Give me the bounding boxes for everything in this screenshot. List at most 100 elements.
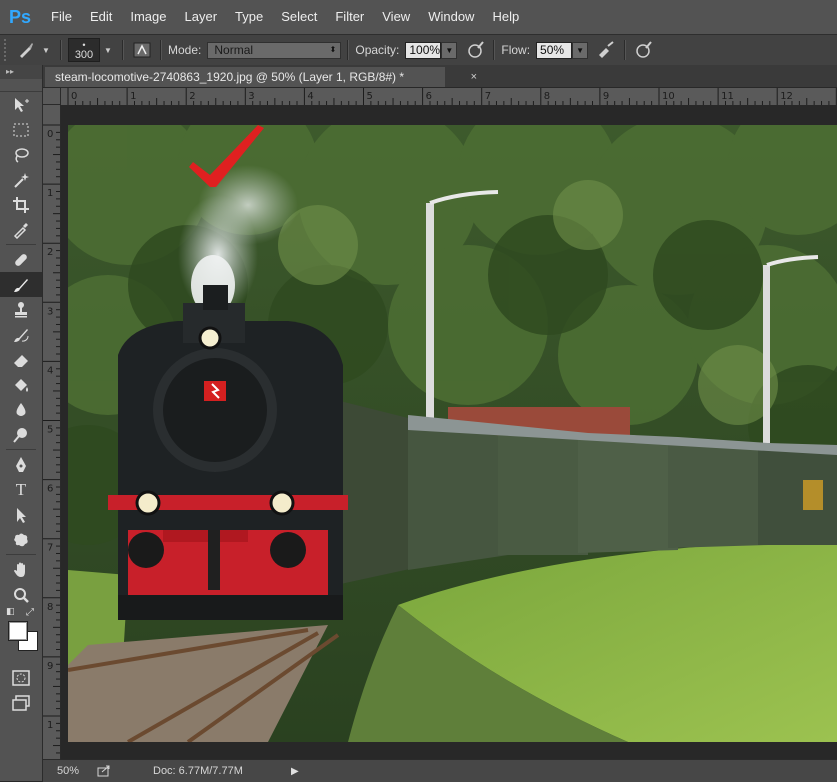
photoshop-logo-icon: Ps [8,6,32,27]
zoom-tool-icon[interactable] [0,582,42,607]
ruler-label: 7 [47,543,53,554]
close-icon[interactable]: × [471,67,477,87]
ruler-label: 2 [47,247,53,258]
brush-size-value: 300 [74,49,94,61]
menu-select[interactable]: Select [272,0,326,34]
menu-help[interactable]: Help [483,0,528,34]
options-divider [160,40,162,60]
move-tool-icon[interactable] [0,92,42,117]
brush-preset-icon[interactable] [14,39,38,61]
brush-size-dropdown-icon[interactable]: ▼ [100,42,116,59]
ruler-label: 4 [307,91,313,102]
document-tab-title: steam-locomotive-2740863_1920.jpg @ 50% … [55,70,405,84]
opacity-input[interactable]: 100% [405,41,442,59]
horizontal-ruler-ticks: 0 1 2 3 4 5 6 7 8 9 10 11 12 [67,88,837,105]
type-tool-icon[interactable]: T [0,477,42,502]
custom-shape-tool-icon[interactable] [0,527,42,552]
document-size-info: Doc: 6.77M/7.77M [153,765,243,777]
status-bar: 50% Doc: 6.77M/7.77M ▶ [43,759,837,782]
options-divider [624,40,627,60]
paint-bucket-tool-icon[interactable] [0,372,42,397]
flow-input[interactable]: 50% [536,41,573,59]
magic-wand-tool-icon[interactable] [0,167,42,192]
menu-filter[interactable]: Filter [326,0,373,34]
ruler-label: 9 [603,91,609,102]
ruler-label: 9 [47,661,53,672]
airbrush-icon[interactable] [594,39,618,61]
ruler-label: 2 [189,91,195,102]
menu-window[interactable]: Window [419,0,483,34]
ruler-label: 10 [662,91,675,102]
ruler-label: 0 [71,91,77,102]
menu-type[interactable]: Type [226,0,272,34]
options-divider [347,40,350,60]
mode-value: Normal [214,43,254,57]
eraser-tool-icon[interactable] [0,347,42,372]
path-selection-tool-icon[interactable] [0,502,42,527]
options-grip[interactable] [4,39,14,61]
ruler-label: 5 [47,425,53,436]
document-tab[interactable]: steam-locomotive-2740863_1920.jpg @ 50% … [45,67,477,87]
brush-preset-dropdown-icon[interactable]: ▼ [38,42,54,59]
quick-mask-icon[interactable] [0,665,42,690]
mode-select[interactable]: Normal ⬍ [207,41,342,59]
toolbar-divider [6,449,36,450]
export-icon[interactable] [97,764,115,778]
brush-size-picker[interactable]: • 300 [68,38,100,62]
updown-arrow-icon: ⬍ [329,44,337,54]
ruler-origin[interactable] [43,88,61,105]
ruler-label: 8 [544,91,550,102]
hand-tool-icon[interactable] [0,557,42,582]
menu-bar: Ps File Edit Image Layer Type Select Fil… [0,0,837,34]
clone-stamp-tool-icon[interactable] [0,297,42,322]
flow-label: Flow: [501,43,531,57]
dodge-tool-icon[interactable] [0,422,42,447]
crop-tool-icon[interactable] [0,192,42,217]
ruler-label: 7 [485,91,491,102]
zoom-level[interactable]: 50% [57,765,97,777]
healing-brush-tool-icon[interactable] [0,247,42,272]
vertical-ruler-ticks: 0 1 2 3 4 5 6 7 8 9 1 [43,124,60,754]
pen-tool-icon[interactable] [0,452,42,477]
ruler-label: 6 [426,91,432,102]
marquee-tool-icon[interactable] [0,117,42,142]
opacity-dropdown-icon[interactable]: ▼ [441,41,458,59]
eyedropper-tool-icon[interactable] [0,217,42,242]
toolbar-grip[interactable] [0,79,42,92]
mode-label: Mode: [168,43,202,57]
flow-dropdown-icon[interactable]: ▼ [572,41,589,59]
status-menu-arrow-icon[interactable]: ▶ [291,766,299,777]
menu-edit[interactable]: Edit [81,0,121,34]
menu-view[interactable]: View [373,0,419,34]
menu-image[interactable]: Image [121,0,175,34]
ruler-label: 1 [130,91,136,102]
opacity-label: Opacity: [355,43,400,57]
menu-file[interactable]: File [42,0,81,34]
default-colors-icon[interactable]: ◧ [6,607,15,617]
ruler-label: 1 [47,720,53,731]
brush-panel-toggle-icon[interactable] [130,39,154,61]
swap-colors-icon[interactable]: ⤢ [26,607,34,618]
toolbar-divider [6,554,36,555]
ruler-label: 11 [721,91,734,102]
steam-locomotive-photo [68,125,837,742]
blur-tool-icon[interactable] [0,397,42,422]
pressure-opacity-icon[interactable] [463,39,487,61]
document-canvas[interactable] [68,125,837,742]
menu-layer[interactable]: Layer [176,0,227,34]
screen-mode-icon[interactable] [0,690,42,715]
options-divider [493,40,496,60]
ruler-label: 3 [47,306,53,317]
ruler-label: 4 [47,365,53,376]
ruler-label: 0 [47,129,53,140]
lasso-tool-icon[interactable] [0,142,42,167]
ruler-label: 12 [780,91,793,102]
foreground-color-swatch[interactable] [8,621,28,641]
brush-tool-icon[interactable] [0,272,42,297]
canvas-area[interactable] [61,105,837,759]
toolbar-collapse-icon[interactable]: ▸▸ [0,65,42,79]
horizontal-ruler[interactable]: 0 1 2 3 4 5 6 7 8 9 10 11 12 [61,88,837,106]
pressure-size-icon[interactable] [632,39,656,61]
history-brush-tool-icon[interactable] [0,322,42,347]
vertical-ruler[interactable]: 0 1 2 3 4 5 6 7 8 9 1 [43,105,61,759]
